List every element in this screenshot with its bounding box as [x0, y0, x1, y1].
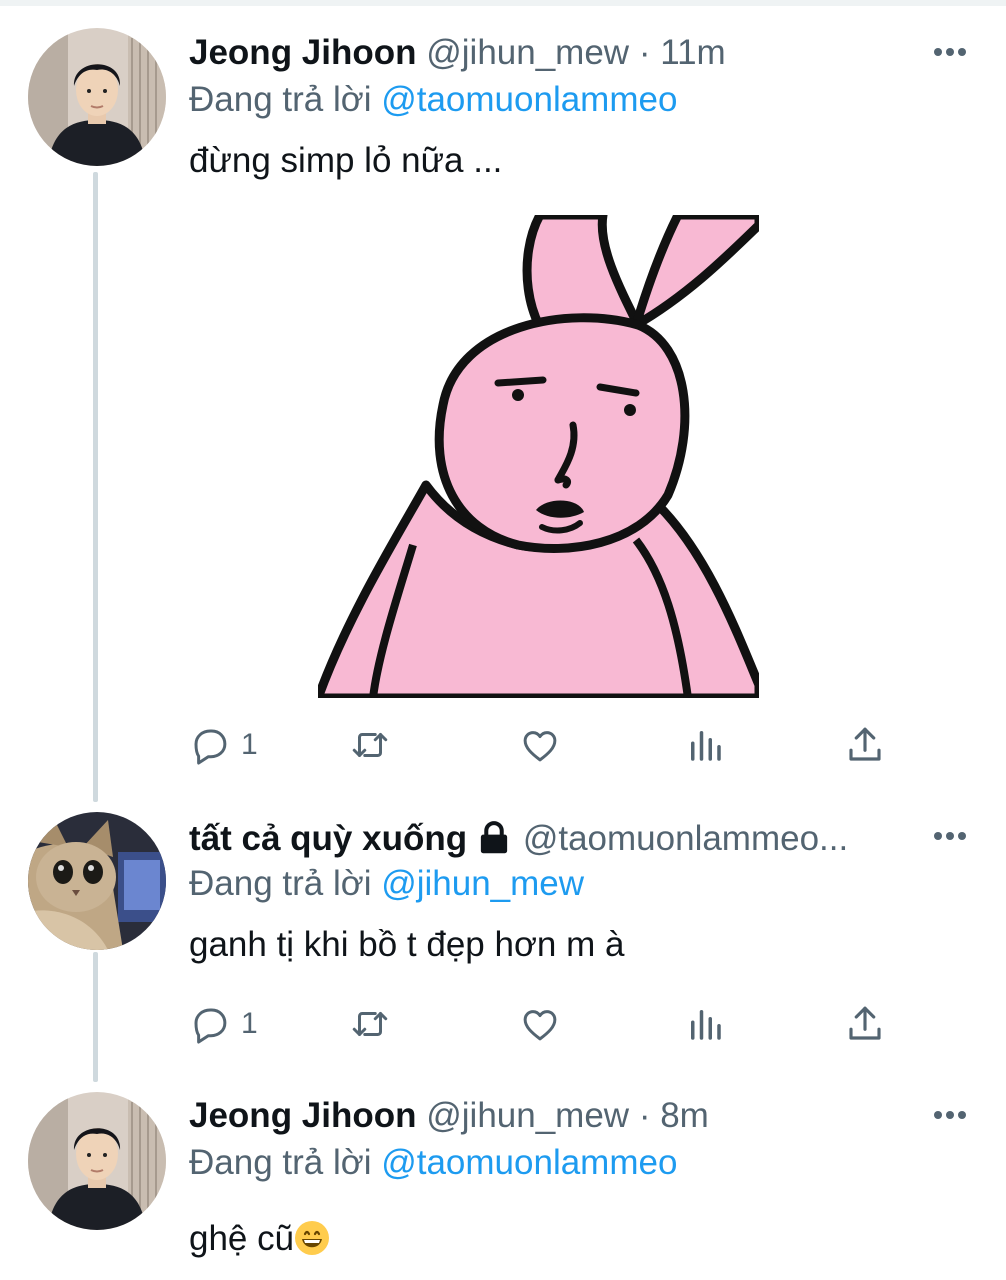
timestamp[interactable]: 8m — [660, 1096, 709, 1135]
more-options-icon[interactable] — [930, 42, 970, 62]
share-icon — [849, 1006, 881, 1040]
reply-prefix: Đang trả lời — [189, 864, 372, 903]
tweet-header: Jeong Jihoon @jihun_mew · 8m — [189, 1096, 709, 1136]
timestamp[interactable]: 11m — [660, 33, 726, 72]
reply-mention-link[interactable]: @taomuonlammeo — [381, 80, 677, 119]
top-divider — [0, 0, 1006, 6]
reply-mention-link[interactable]: @jihun_mew — [381, 864, 584, 903]
more-options-icon[interactable] — [930, 826, 970, 846]
like-button[interactable] — [519, 723, 561, 767]
share-button[interactable] — [844, 1002, 886, 1046]
tweet-text-container: ghệ cũ — [189, 1219, 330, 1259]
reply-count: 1 — [241, 728, 258, 761]
reply-count: 1 — [241, 1007, 258, 1040]
display-name[interactable]: Jeong Jihoon — [189, 33, 417, 72]
avatar[interactable] — [28, 812, 166, 950]
avatar[interactable] — [28, 28, 166, 166]
reply-prefix: Đang trả lời — [189, 1143, 372, 1182]
reply-prefix: Đang trả lời — [189, 80, 372, 119]
reply-icon — [194, 729, 227, 765]
separator: · — [638, 1096, 651, 1135]
retweet-icon — [352, 1012, 388, 1036]
grinning-face-emoji — [295, 1221, 330, 1255]
display-name[interactable]: tất cả quỳ xuống — [189, 819, 467, 858]
reply-button[interactable]: 1 — [189, 723, 258, 767]
thread-connector — [93, 952, 98, 1082]
like-button[interactable] — [519, 1002, 561, 1046]
tweet-header: Jeong Jihoon @jihun_mew · 11m — [189, 33, 726, 73]
tweet-actions: 1 — [189, 723, 909, 767]
reply-button[interactable]: 1 — [189, 1002, 258, 1046]
analytics-button[interactable] — [684, 723, 726, 767]
retweet-button[interactable] — [349, 1002, 391, 1046]
more-options-icon[interactable] — [930, 1105, 970, 1125]
display-name[interactable]: Jeong Jihoon — [189, 1096, 417, 1135]
avatar[interactable] — [28, 1092, 166, 1230]
tweet-text: ganh tị khi bồ t đẹp hơn m à — [189, 925, 625, 964]
user-handle[interactable]: @jihun_mew — [426, 33, 629, 72]
tweet-media-image[interactable] — [318, 215, 759, 698]
separator: · — [638, 33, 651, 72]
user-handle[interactable]: @jihun_mew — [426, 1096, 629, 1135]
analytics-button[interactable] — [684, 1002, 726, 1046]
lock-icon — [475, 820, 513, 863]
tweet-text: đừng simp lỏ nữa ... — [189, 141, 503, 180]
retweet-button[interactable] — [349, 723, 391, 767]
heart-icon — [523, 1010, 557, 1041]
reply-mention-link[interactable]: @taomuonlammeo — [381, 1143, 677, 1182]
reply-icon — [194, 1008, 227, 1044]
tweet-header: tất cả quỳ xuống @taomuonlammeo... — [189, 819, 848, 863]
reply-context: Đang trả lời @taomuonlammeo — [189, 80, 677, 120]
thread-connector — [93, 172, 98, 802]
retweet-icon — [352, 733, 388, 757]
heart-icon — [523, 731, 557, 762]
reply-context: Đang trả lời @taomuonlammeo — [189, 1143, 677, 1183]
user-handle[interactable]: @taomuonlammeo... — [523, 819, 848, 858]
tweet-actions: 1 — [189, 1002, 909, 1046]
tweet-text: ghệ cũ — [189, 1219, 295, 1258]
share-icon — [849, 727, 881, 761]
share-button[interactable] — [844, 723, 886, 767]
analytics-icon — [691, 1010, 721, 1040]
reply-context: Đang trả lời @jihun_mew — [189, 864, 584, 904]
analytics-icon — [691, 731, 721, 761]
